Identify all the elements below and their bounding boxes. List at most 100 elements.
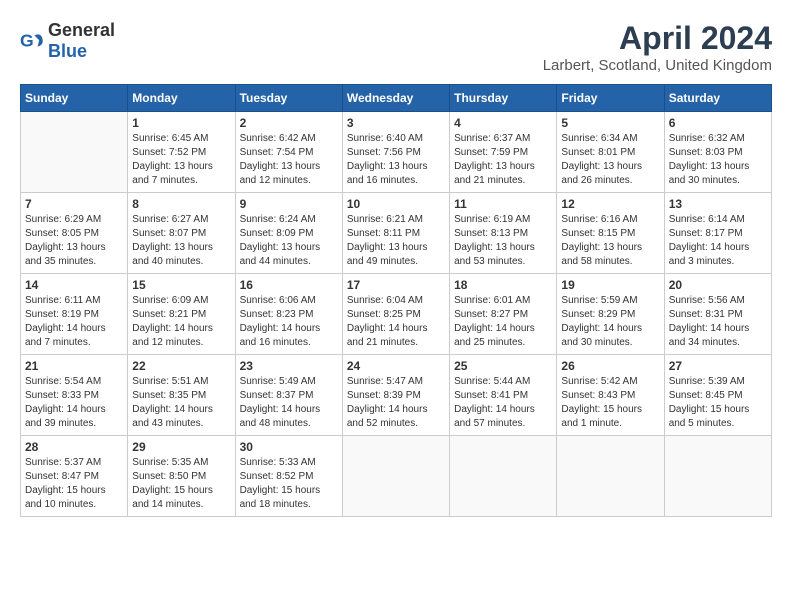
logo-blue: Blue (48, 41, 87, 61)
day-number: 6 (669, 116, 767, 130)
day-number: 3 (347, 116, 445, 130)
day-cell: 7 Sunrise: 6:29 AMSunset: 8:05 PMDaylight… (21, 193, 128, 274)
day-cell: 4 Sunrise: 6:37 AMSunset: 7:59 PMDaylight… (450, 112, 557, 193)
day-cell: 25 Sunrise: 5:44 AMSunset: 8:41 PMDayligh… (450, 355, 557, 436)
day-cell (450, 436, 557, 517)
logo-icon: G (20, 29, 44, 53)
day-detail: Sunrise: 5:35 AMSunset: 8:50 PMDaylight:… (132, 456, 230, 512)
svg-text:G: G (20, 31, 34, 51)
day-detail: Sunrise: 6:29 AMSunset: 8:05 PMDaylight:… (25, 213, 123, 269)
day-detail: Sunrise: 5:33 AMSunset: 8:52 PMDaylight:… (240, 456, 338, 512)
column-header-wednesday: Wednesday (342, 85, 449, 112)
day-number: 11 (454, 197, 552, 211)
logo-general: General (48, 20, 115, 40)
day-detail: Sunrise: 6:37 AMSunset: 7:59 PMDaylight:… (454, 132, 552, 188)
day-number: 13 (669, 197, 767, 211)
day-cell: 1 Sunrise: 6:45 AMSunset: 7:52 PMDaylight… (128, 112, 235, 193)
column-header-thursday: Thursday (450, 85, 557, 112)
day-cell: 18Sunrise: 6:01 AMSunset: 8:27 PMDayligh… (450, 274, 557, 355)
day-detail: Sunrise: 6:40 AMSunset: 7:56 PMDaylight:… (347, 132, 445, 188)
day-number: 25 (454, 359, 552, 373)
day-number: 19 (561, 278, 659, 292)
day-cell: 27 Sunrise: 5:39 AMSunset: 8:45 PMDayligh… (664, 355, 771, 436)
day-number: 27 (669, 359, 767, 373)
day-number: 15 (132, 278, 230, 292)
day-number: 26 (561, 359, 659, 373)
day-cell: 3 Sunrise: 6:40 AMSunset: 7:56 PMDaylight… (342, 112, 449, 193)
day-number: 7 (25, 197, 123, 211)
day-cell: 13 Sunrise: 6:14 AMSunset: 8:17 PMDayligh… (664, 193, 771, 274)
day-cell: 15 Sunrise: 6:09 AMSunset: 8:21 PMDayligh… (128, 274, 235, 355)
day-number: 8 (132, 197, 230, 211)
week-row-4: 21 Sunrise: 5:54 AMSunset: 8:33 PMDayligh… (21, 355, 772, 436)
column-header-monday: Monday (128, 85, 235, 112)
title-area: April 2024 Larbert, Scotland, United Kin… (543, 20, 772, 74)
day-cell: 11 Sunrise: 6:19 AMSunset: 8:13 PMDayligh… (450, 193, 557, 274)
day-detail: Sunrise: 5:39 AMSunset: 8:45 PMDaylight:… (669, 375, 767, 431)
day-detail: Sunrise: 6:32 AMSunset: 8:03 PMDaylight:… (669, 132, 767, 188)
day-cell: 6 Sunrise: 6:32 AMSunset: 8:03 PMDaylight… (664, 112, 771, 193)
day-number: 22 (132, 359, 230, 373)
day-cell: 14 Sunrise: 6:11 AMSunset: 8:19 PMDayligh… (21, 274, 128, 355)
day-number: 4 (454, 116, 552, 130)
calendar-table: SundayMondayTuesdayWednesdayThursdayFrid… (20, 84, 772, 517)
day-number: 28 (25, 440, 123, 454)
day-number: 23 (240, 359, 338, 373)
day-detail: Sunrise: 5:56 AMSunset: 8:31 PMDaylight:… (669, 294, 767, 350)
day-cell: 29 Sunrise: 5:35 AMSunset: 8:50 PMDayligh… (128, 436, 235, 517)
day-detail: Sunrise: 6:21 AMSunset: 8:11 PMDaylight:… (347, 213, 445, 269)
column-header-friday: Friday (557, 85, 664, 112)
day-detail: Sunrise: 6:16 AMSunset: 8:15 PMDaylight:… (561, 213, 659, 269)
day-detail: Sunrise: 5:54 AMSunset: 8:33 PMDaylight:… (25, 375, 123, 431)
day-detail: Sunrise: 5:59 AMSunset: 8:29 PMDaylight:… (561, 294, 659, 350)
column-header-tuesday: Tuesday (235, 85, 342, 112)
page-header: G General Blue April 2024 Larbert, Scotl… (20, 20, 772, 74)
day-detail: Sunrise: 6:14 AMSunset: 8:17 PMDaylight:… (669, 213, 767, 269)
day-number: 20 (669, 278, 767, 292)
day-number: 9 (240, 197, 338, 211)
day-number: 12 (561, 197, 659, 211)
day-cell: 5 Sunrise: 6:34 AMSunset: 8:01 PMDaylight… (557, 112, 664, 193)
day-detail: Sunrise: 6:19 AMSunset: 8:13 PMDaylight:… (454, 213, 552, 269)
day-cell: 17Sunrise: 6:04 AMSunset: 8:25 PMDayligh… (342, 274, 449, 355)
day-cell: 22 Sunrise: 5:51 AMSunset: 8:35 PMDayligh… (128, 355, 235, 436)
day-detail: Sunrise: 6:42 AMSunset: 7:54 PMDaylight:… (240, 132, 338, 188)
day-cell: 30 Sunrise: 5:33 AMSunset: 8:52 PMDayligh… (235, 436, 342, 517)
day-detail: Sunrise: 5:51 AMSunset: 8:35 PMDaylight:… (132, 375, 230, 431)
day-number: 24 (347, 359, 445, 373)
day-number: 18 (454, 278, 552, 292)
day-number: 17 (347, 278, 445, 292)
day-number: 21 (25, 359, 123, 373)
column-header-saturday: Saturday (664, 85, 771, 112)
day-detail: Sunrise: 6:45 AMSunset: 7:52 PMDaylight:… (132, 132, 230, 188)
day-cell: 12 Sunrise: 6:16 AMSunset: 8:15 PMDayligh… (557, 193, 664, 274)
day-cell: 20 Sunrise: 5:56 AMSunset: 8:31 PMDayligh… (664, 274, 771, 355)
day-cell: 26 Sunrise: 5:42 AMSunset: 8:43 PMDayligh… (557, 355, 664, 436)
day-cell (664, 436, 771, 517)
day-cell: 2 Sunrise: 6:42 AMSunset: 7:54 PMDaylight… (235, 112, 342, 193)
day-number: 14 (25, 278, 123, 292)
day-detail: Sunrise: 6:34 AMSunset: 8:01 PMDaylight:… (561, 132, 659, 188)
day-number: 30 (240, 440, 338, 454)
day-cell (342, 436, 449, 517)
day-cell: 16 Sunrise: 6:06 AMSunset: 8:23 PMDayligh… (235, 274, 342, 355)
day-detail: Sunrise: 6:09 AMSunset: 8:21 PMDaylight:… (132, 294, 230, 350)
header-row: SundayMondayTuesdayWednesdayThursdayFrid… (21, 85, 772, 112)
day-cell (21, 112, 128, 193)
day-number: 1 (132, 116, 230, 130)
day-detail: Sunrise: 5:44 AMSunset: 8:41 PMDaylight:… (454, 375, 552, 431)
day-detail: Sunrise: 6:11 AMSunset: 8:19 PMDaylight:… (25, 294, 123, 350)
day-number: 2 (240, 116, 338, 130)
day-number: 29 (132, 440, 230, 454)
day-number: 16 (240, 278, 338, 292)
month-title: April 2024 (543, 20, 772, 57)
week-row-5: 28Sunrise: 5:37 AMSunset: 8:47 PMDayligh… (21, 436, 772, 517)
week-row-1: 1 Sunrise: 6:45 AMSunset: 7:52 PMDaylight… (21, 112, 772, 193)
week-row-3: 14 Sunrise: 6:11 AMSunset: 8:19 PMDayligh… (21, 274, 772, 355)
day-detail: Sunrise: 6:27 AMSunset: 8:07 PMDaylight:… (132, 213, 230, 269)
day-cell: 23Sunrise: 5:49 AMSunset: 8:37 PMDayligh… (235, 355, 342, 436)
day-detail: Sunrise: 5:42 AMSunset: 8:43 PMDaylight:… (561, 375, 659, 431)
day-cell: 28Sunrise: 5:37 AMSunset: 8:47 PMDayligh… (21, 436, 128, 517)
day-detail: Sunrise: 6:06 AMSunset: 8:23 PMDaylight:… (240, 294, 338, 350)
day-number: 5 (561, 116, 659, 130)
